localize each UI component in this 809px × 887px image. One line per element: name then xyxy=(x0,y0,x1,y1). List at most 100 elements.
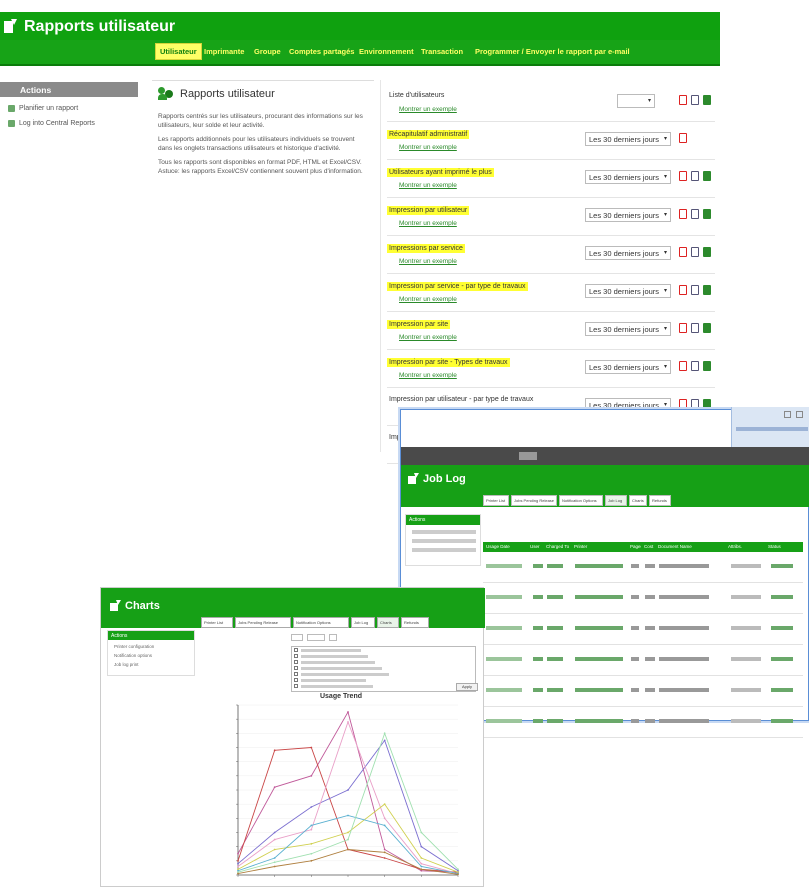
tab-refunds[interactable]: Refunds xyxy=(649,495,671,506)
pdf-export-icon[interactable] xyxy=(679,247,687,257)
show-example-link[interactable]: Montrer un exemple xyxy=(399,144,457,151)
data-point xyxy=(310,746,313,749)
tab-charts[interactable]: Charts xyxy=(629,495,647,506)
period-select[interactable]: Les 30 derniers jours▾ xyxy=(585,132,671,146)
tab-job-log[interactable]: Job Log xyxy=(351,617,375,628)
table-row[interactable] xyxy=(483,583,803,614)
tab-transaction[interactable]: Transaction xyxy=(421,47,463,56)
table-row[interactable] xyxy=(483,645,803,676)
notification-options-link[interactable]: Notification options xyxy=(114,653,194,658)
show-example-link[interactable]: Montrer un exemple xyxy=(399,296,457,303)
period-select[interactable]: Les 30 derniers jours▾ xyxy=(585,322,671,336)
period-go-button[interactable] xyxy=(329,634,337,641)
job-log-link[interactable]: Job log print xyxy=(114,662,194,667)
html-export-icon[interactable] xyxy=(691,323,699,333)
schedule-report-link[interactable]: Planifier un rapport xyxy=(8,105,140,112)
csv-export-icon[interactable] xyxy=(703,95,711,105)
html-export-icon[interactable] xyxy=(691,209,699,219)
show-example-link[interactable]: Montrer un exemple xyxy=(399,106,457,113)
tab-imprimante[interactable]: Imprimante xyxy=(204,47,244,56)
csv-export-icon[interactable] xyxy=(703,247,711,257)
printer-checkbox[interactable] xyxy=(294,684,473,690)
browser-chrome xyxy=(731,407,809,447)
table-row[interactable] xyxy=(483,676,803,707)
show-example-link[interactable]: Montrer un exemple xyxy=(399,372,457,379)
period-select[interactable]: Les 30 derniers jours▾ xyxy=(585,170,671,184)
tab-groupe[interactable]: Groupe xyxy=(254,47,281,56)
period-select[interactable] xyxy=(291,634,303,641)
html-export-icon[interactable] xyxy=(691,95,699,105)
tab-comptes-partages[interactable]: Comptes partagés xyxy=(289,47,354,56)
chart-options-form xyxy=(201,634,481,694)
pdf-export-icon[interactable] xyxy=(679,209,687,219)
period-select[interactable]: Les 30 derniers jours▾ xyxy=(585,284,671,298)
tab-programmer[interactable]: Programmer / Envoyer le rapport par e-ma… xyxy=(475,47,630,56)
tab-printer-list[interactable]: Printer List xyxy=(483,495,509,506)
csv-export-icon[interactable] xyxy=(703,209,711,219)
csv-export-icon[interactable] xyxy=(703,399,711,409)
table-cell xyxy=(659,719,709,723)
intro-section: Rapports utilisateur Rapports centrés su… xyxy=(152,80,374,440)
pdf-export-icon[interactable] xyxy=(679,95,687,105)
show-example-link[interactable]: Montrer un exemple xyxy=(399,258,457,265)
report-name: Impression par service - par type de tra… xyxy=(387,282,528,291)
job-action-item[interactable] xyxy=(412,530,476,534)
data-point xyxy=(420,868,423,871)
data-point xyxy=(310,859,313,862)
period-unit-select[interactable] xyxy=(307,634,325,641)
printer-checklist[interactable] xyxy=(291,646,476,692)
table-cell xyxy=(771,564,793,568)
minimize-icon[interactable] xyxy=(784,411,791,418)
tab-notification-options[interactable]: Notification Options xyxy=(293,617,349,628)
job-action-item[interactable] xyxy=(412,548,476,552)
html-export-icon[interactable] xyxy=(691,171,699,181)
data-point xyxy=(310,774,313,777)
pdf-export-icon[interactable] xyxy=(679,285,687,295)
tab-job-log[interactable]: Job Log xyxy=(605,495,627,506)
usage-trend-chart xyxy=(236,704,459,877)
tab-charts[interactable]: Charts xyxy=(377,617,399,628)
show-example-link[interactable]: Montrer un exemple xyxy=(399,220,457,227)
show-example-link[interactable]: Montrer un exemple xyxy=(399,182,457,189)
tab-refunds[interactable]: Refunds xyxy=(401,617,429,628)
pdf-export-icon[interactable] xyxy=(679,361,687,371)
tab-utilisateur[interactable]: Utilisateur xyxy=(155,43,202,60)
show-example-link[interactable]: Montrer un exemple xyxy=(399,334,457,341)
period-select[interactable]: Les 30 derniers jours▾ xyxy=(585,246,671,260)
printer-configuration-link[interactable]: Printer configuration xyxy=(114,644,194,649)
table-row[interactable] xyxy=(483,614,803,645)
table-cell xyxy=(771,719,793,723)
table-row[interactable] xyxy=(483,707,803,738)
table-cell xyxy=(575,719,623,723)
pdf-export-icon[interactable] xyxy=(679,133,687,143)
period-select[interactable]: Les 30 derniers jours▾ xyxy=(585,360,671,374)
tab-environnement[interactable]: Environnement xyxy=(359,47,414,56)
tab-jobs-pending[interactable]: Jobs Pending Release xyxy=(235,617,291,628)
chevron-down-icon: ▾ xyxy=(647,98,651,104)
data-point xyxy=(273,861,276,864)
tab-notification-options[interactable]: Notification Options xyxy=(559,495,603,506)
csv-export-icon[interactable] xyxy=(703,285,711,295)
central-reports-link[interactable]: Log into Central Reports xyxy=(8,120,140,127)
csv-export-icon[interactable] xyxy=(703,323,711,333)
chevron-down-icon: ▾ xyxy=(663,364,667,370)
table-row[interactable] xyxy=(483,552,803,583)
html-export-icon[interactable] xyxy=(691,247,699,257)
tab-jobs-pending[interactable]: Jobs Pending Release xyxy=(511,495,557,506)
table-cell xyxy=(645,595,655,599)
apply-button[interactable]: Apply xyxy=(456,683,478,691)
period-select[interactable]: ▾ xyxy=(617,94,655,108)
pdf-export-icon[interactable] xyxy=(679,323,687,333)
close-icon[interactable] xyxy=(796,411,803,418)
html-export-icon[interactable] xyxy=(691,285,699,295)
csv-export-icon[interactable] xyxy=(703,361,711,371)
csv-export-icon[interactable] xyxy=(703,171,711,181)
table-cell xyxy=(547,657,563,661)
job-action-item[interactable] xyxy=(412,539,476,543)
pdf-export-icon[interactable] xyxy=(679,171,687,181)
period-select[interactable]: Les 30 derniers jours▾ xyxy=(585,208,671,222)
html-export-icon[interactable] xyxy=(691,361,699,371)
pdf-export-icon[interactable] xyxy=(679,399,687,409)
html-export-icon[interactable] xyxy=(691,399,699,409)
tab-printer-list[interactable]: Printer List xyxy=(201,617,233,628)
